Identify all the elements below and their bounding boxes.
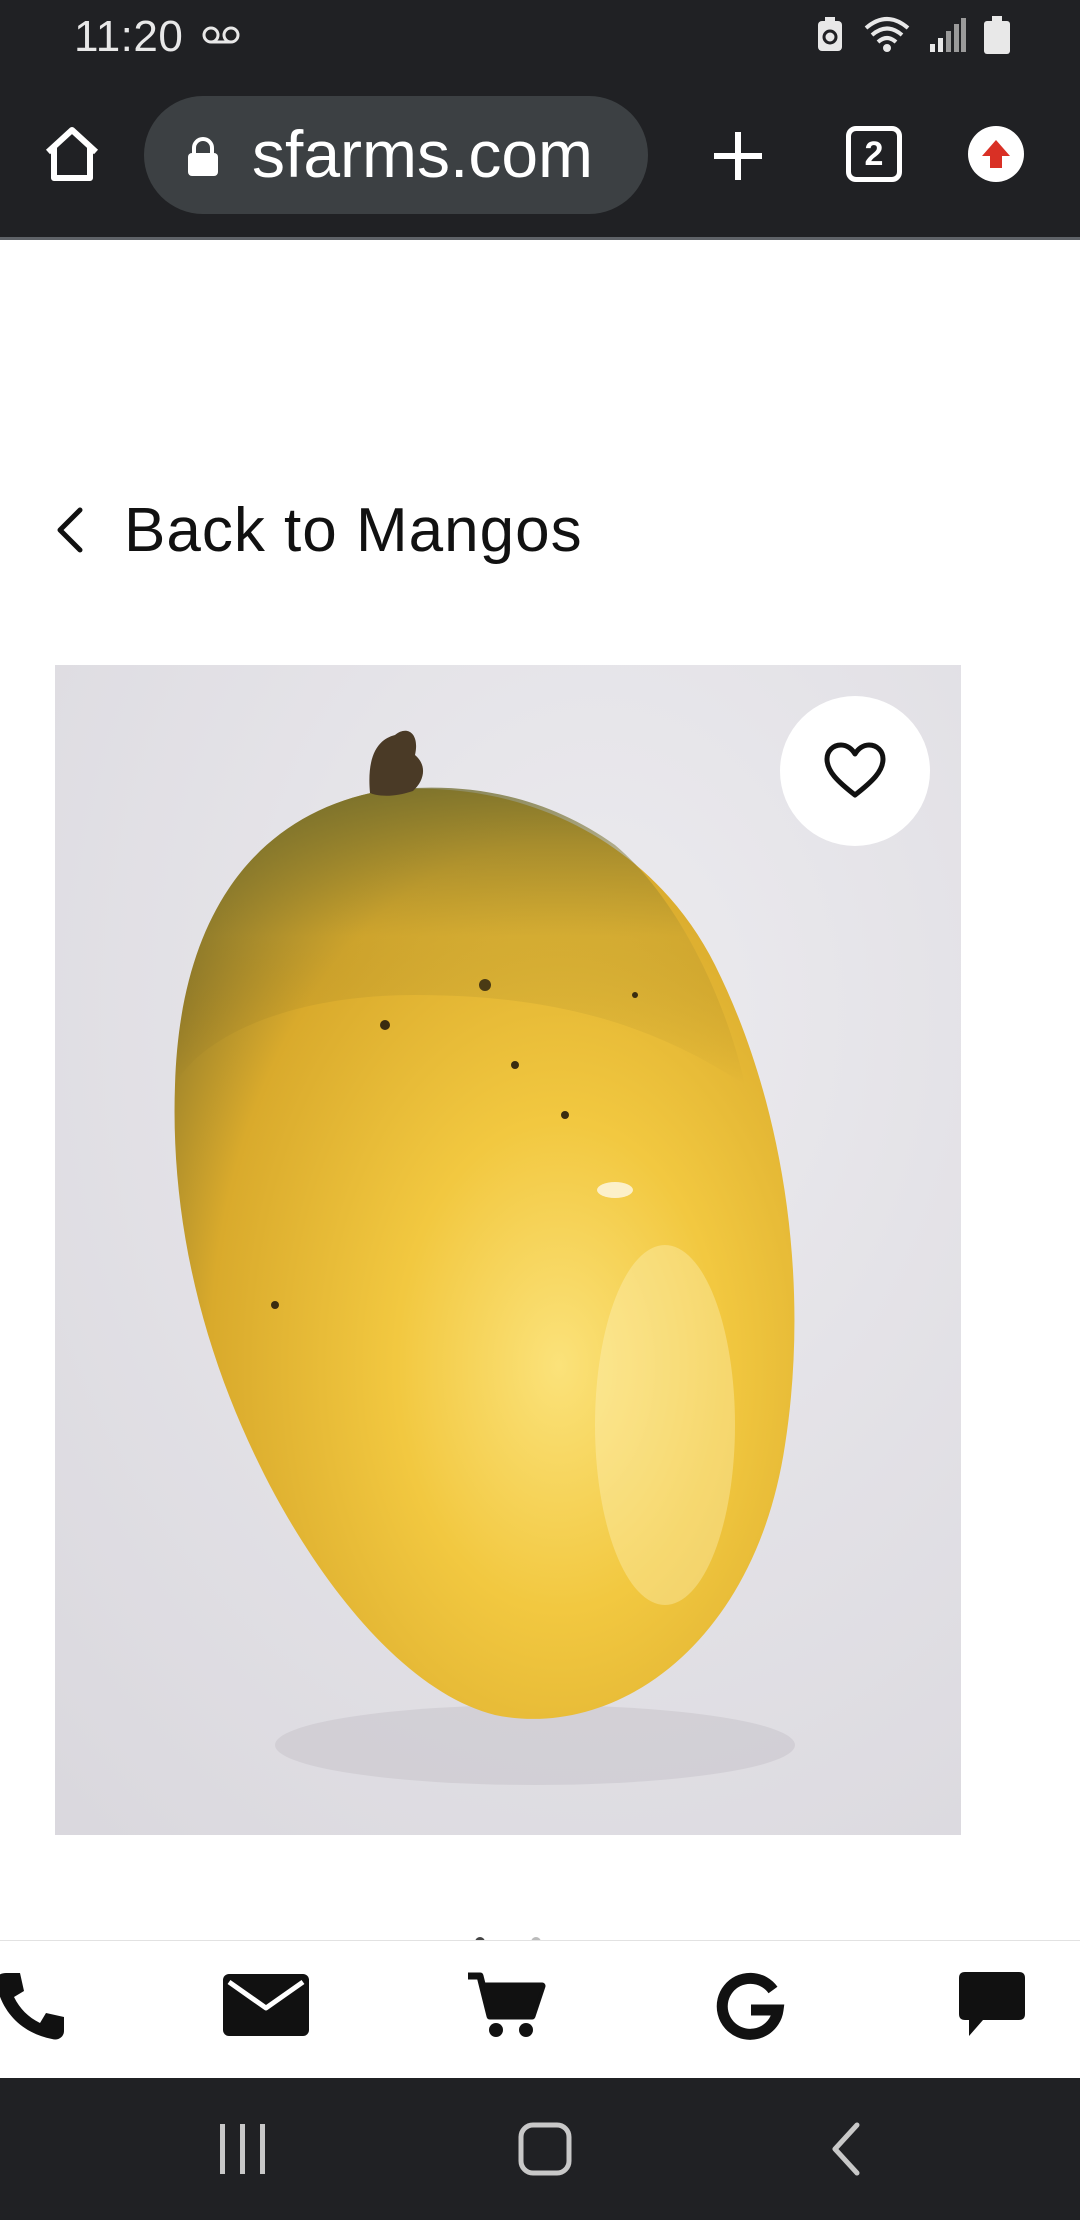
lock-icon <box>188 137 218 176</box>
home-icon[interactable] <box>40 122 104 186</box>
contact-action-bar <box>0 1940 1080 2078</box>
voicemail-icon <box>202 26 240 44</box>
system-navigation-bar <box>0 2078 1080 2220</box>
back-link-label: Back to Mangos <box>124 495 583 565</box>
product-image[interactable] <box>55 665 961 1835</box>
recent-apps-button[interactable] <box>198 2114 288 2184</box>
url-text[interactable]: sfarms.com <box>252 114 632 194</box>
recent-apps-icon <box>220 2124 265 2174</box>
cart-icon <box>468 1972 546 2037</box>
back-icon <box>832 2122 860 2176</box>
address-bar[interactable]: sfarms.com <box>144 96 648 214</box>
chat-button[interactable] <box>942 1963 1042 2047</box>
battery-icon <box>984 16 1010 54</box>
browser-toolbar: sfarms.com 2 <box>0 72 1080 240</box>
chevron-left-icon <box>57 507 83 553</box>
back-to-category-link[interactable]: Back to Mangos <box>50 492 583 568</box>
status-time: 11:20 <box>74 12 184 61</box>
back-button[interactable] <box>802 2114 892 2184</box>
wifi-icon <box>864 17 910 52</box>
home-icon <box>518 2122 572 2176</box>
call-button[interactable] <box>0 1963 80 2047</box>
home-button[interactable] <box>500 2114 590 2184</box>
tabs-icon[interactable]: 2 <box>846 126 902 182</box>
tab-count: 2 <box>864 135 884 173</box>
wishlist-button[interactable] <box>780 696 930 846</box>
battery-saver-icon <box>818 17 842 51</box>
signal-icon <box>930 18 966 52</box>
cart-button[interactable] <box>456 1963 556 2047</box>
chat-icon <box>959 1972 1025 2036</box>
mango-photo <box>55 665 961 1835</box>
update-icon[interactable] <box>968 126 1024 182</box>
google-icon <box>716 1972 785 2040</box>
google-button[interactable] <box>700 1963 800 2047</box>
phone-icon <box>0 1973 64 2040</box>
email-button[interactable] <box>216 1963 316 2047</box>
mail-icon <box>223 1974 309 2036</box>
update-arrow-icon <box>982 140 1010 168</box>
plus-icon[interactable] <box>706 124 770 188</box>
status-bar: 11:20 <box>0 0 1080 72</box>
heart-icon <box>824 742 886 798</box>
